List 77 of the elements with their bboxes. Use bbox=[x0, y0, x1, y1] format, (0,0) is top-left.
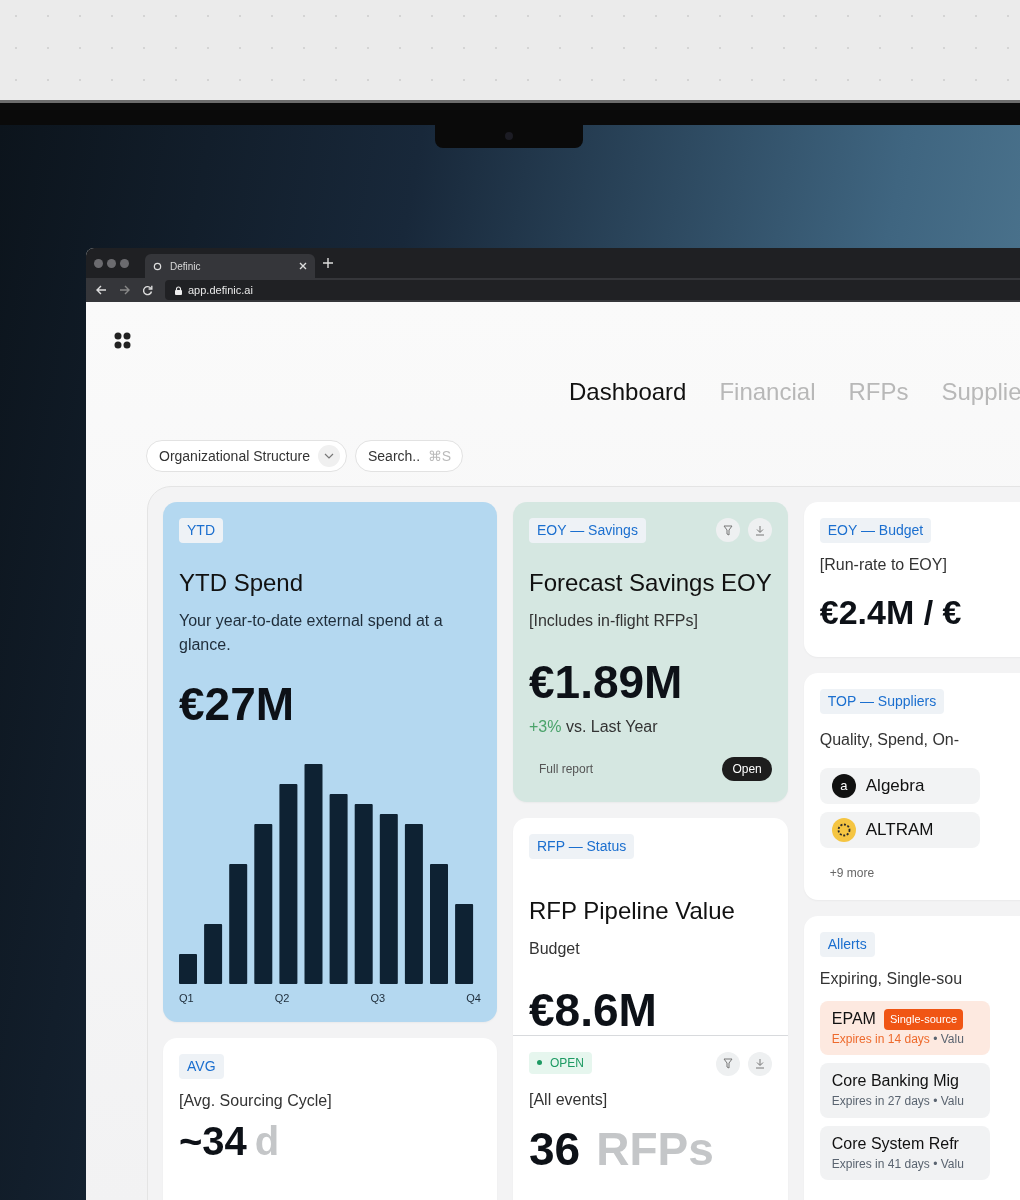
alert-title: Core Banking Mig bbox=[831, 1071, 959, 1092]
download-button[interactable] bbox=[747, 518, 772, 542]
card-subtitle: Quality, Spend, On- bbox=[819, 730, 961, 750]
unit-label: d bbox=[254, 1120, 280, 1161]
back-icon[interactable] bbox=[96, 285, 107, 295]
card-title: RFP Pipeline Value bbox=[529, 895, 736, 926]
axis-label: Q4 bbox=[466, 992, 481, 1006]
card-subtitle: [All events] bbox=[529, 1089, 609, 1110]
supplier-logo bbox=[831, 818, 856, 842]
card-tag: EOY — Savings bbox=[529, 518, 646, 543]
spend-value: €27M bbox=[179, 681, 296, 727]
open-button[interactable]: Open bbox=[722, 757, 772, 781]
new-tab-icon[interactable] bbox=[323, 258, 333, 268]
budget-value: €2.4M / € bbox=[819, 595, 963, 629]
card-title: Forecast Savings EOY bbox=[529, 568, 772, 598]
lock-icon bbox=[175, 285, 182, 295]
filter-button[interactable] bbox=[715, 518, 740, 542]
status-dot bbox=[537, 1060, 542, 1066]
circle-icon bbox=[153, 261, 162, 271]
alert-title: Core System Refr bbox=[831, 1133, 959, 1154]
card-tag: TOP — Suppliers bbox=[819, 689, 945, 714]
alert-meta: Expires in 27 days • Valu bbox=[831, 1094, 965, 1110]
axis-label: Q3 bbox=[370, 992, 386, 1006]
card-subtitle: [Includes in-flight RFPs] bbox=[529, 611, 699, 631]
card-subtitle: Budget bbox=[529, 938, 581, 959]
filter-icon bbox=[722, 1058, 733, 1070]
comparison-text: +3% vs. Last Year bbox=[529, 717, 659, 737]
chart-bar bbox=[204, 924, 223, 985]
more-link[interactable]: +9 more bbox=[819, 864, 1020, 882]
supplier-row[interactable]: ALTRAM bbox=[819, 812, 980, 848]
card-tag: Allerts bbox=[819, 932, 875, 957]
axis-label: Q2 bbox=[274, 992, 290, 1006]
alert-row[interactable]: EPAM Single-source Expires in 14 days • Valu bbox=[819, 1001, 990, 1056]
alert-row[interactable]: Core Banking Mig Expires in 27 days • Valu bbox=[819, 1063, 990, 1118]
forward-icon[interactable] bbox=[119, 285, 130, 295]
chevron-down-icon bbox=[323, 453, 334, 459]
card-tag: RFP — Status bbox=[529, 833, 635, 859]
alert-title: EPAM bbox=[831, 1009, 876, 1029]
nav-tab[interactable]: Dashboard bbox=[569, 374, 687, 410]
keyboard-shortcut: ⌘S bbox=[427, 447, 451, 466]
chart-bar bbox=[179, 954, 197, 985]
reload-icon[interactable] bbox=[142, 284, 153, 296]
alert-row[interactable]: Core System Refr Expires in 41 days • Valu bbox=[819, 1125, 990, 1181]
download-icon bbox=[754, 524, 765, 536]
url-text: app.definic.ai bbox=[188, 282, 253, 298]
download-icon bbox=[754, 1058, 765, 1070]
pipeline-value: €8.6M bbox=[529, 986, 658, 1033]
alert-meta: Expires in 14 days • Valu bbox=[831, 1031, 965, 1048]
cycle-value: ~34 bbox=[179, 1120, 247, 1161]
organization-dropdown[interactable]: Organizational Structure bbox=[146, 440, 347, 472]
alert-badge: Single-source bbox=[883, 1009, 964, 1030]
savings-value: €1.89M bbox=[529, 659, 684, 705]
card-subtitle: Your year-to-date external spend at a glance. bbox=[179, 611, 444, 655]
filter-icon bbox=[722, 524, 733, 536]
card-tag: EOY — Budget bbox=[819, 518, 932, 543]
card-subtitle: Expiring, Single-sou bbox=[819, 969, 964, 989]
unit-label: RFPs bbox=[596, 1125, 714, 1172]
card-title: YTD Spend bbox=[179, 568, 305, 598]
grid-menu-icon[interactable] bbox=[114, 332, 131, 350]
window-controls-icon[interactable] bbox=[94, 258, 129, 268]
tab-title: Definic bbox=[170, 259, 202, 274]
supplier-row[interactable]: a Algebra bbox=[819, 768, 980, 804]
card-tag: AVG bbox=[179, 1053, 224, 1079]
close-icon[interactable] bbox=[299, 262, 307, 270]
card-subtitle: [Avg. Sourcing Cycle] bbox=[179, 1090, 333, 1111]
address-bar[interactable]: app.definic.ai bbox=[165, 280, 1020, 300]
axis-label: Q1 bbox=[179, 992, 194, 1006]
filter-button[interactable] bbox=[715, 1051, 740, 1076]
supplier-logo: a bbox=[831, 774, 856, 798]
alert-meta: Expires in 41 days • Valu bbox=[831, 1156, 965, 1173]
status-tag: OPEN bbox=[529, 1051, 592, 1074]
report-link[interactable]: Full report bbox=[539, 760, 594, 778]
download-button[interactable] bbox=[747, 1051, 772, 1076]
card-tag: YTD bbox=[179, 518, 223, 543]
rfp-count: 36 bbox=[529, 1125, 581, 1172]
browser-tab[interactable]: Definic bbox=[145, 254, 315, 278]
card-subtitle: [Run-rate to EOY] bbox=[819, 555, 948, 575]
